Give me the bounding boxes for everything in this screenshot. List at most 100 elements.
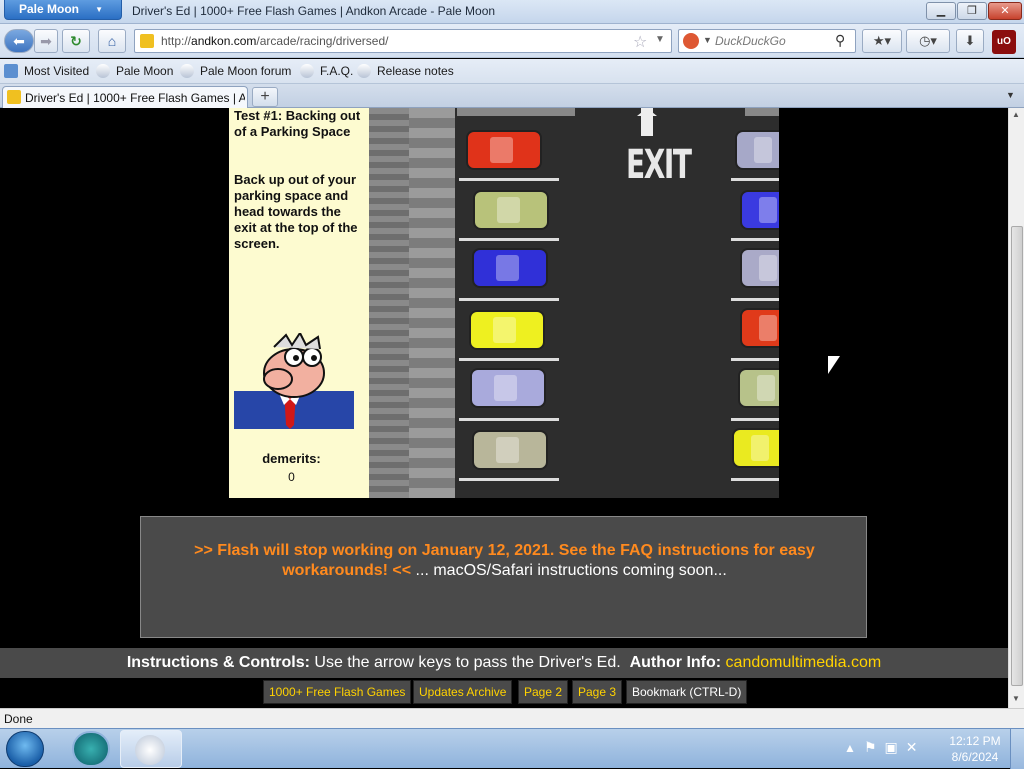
pale-moon-icon: [300, 64, 314, 78]
app-menu-button[interactable]: Pale Moon ▼: [4, 0, 122, 20]
parked-car: [735, 130, 779, 170]
link-page-3[interactable]: Page 3: [572, 680, 623, 704]
new-tab-button[interactable]: +: [252, 87, 278, 107]
bookmarks-menu-button[interactable]: ★▾: [862, 29, 902, 53]
url-text[interactable]: http://andkon.com/arcade/racing/driverse…: [161, 34, 388, 48]
test-instructions: Back up out of your parking space and he…: [234, 172, 358, 251]
site-links-row: 1000+ Free Flash Games Updates Archive P…: [0, 678, 1008, 708]
test-title: Test #1: Backing out of a Parking Space: [234, 108, 361, 139]
game-info-text: Instructions & Controls: Use the arrow k…: [0, 654, 1008, 672]
demerits-label: demerits:: [262, 451, 321, 466]
clock-icon: ◷▾: [919, 33, 937, 48]
parking-line: [459, 418, 559, 421]
building-wall: [369, 108, 455, 498]
back-button[interactable]: ⬅: [4, 29, 34, 53]
scrollbar-thumb[interactable]: [1011, 226, 1023, 686]
scroll-down-icon[interactable]: ▼: [1012, 694, 1020, 703]
author-link[interactable]: candomultimedia.com: [726, 654, 882, 671]
downloads-button[interactable]: ⬇: [956, 29, 984, 53]
windows-taskbar: ▲ ⚑▣✕ 12:12 PM 8/6/2024: [0, 728, 1024, 769]
link-free-flash-games[interactable]: 1000+ Free Flash Games: [263, 680, 412, 704]
parked-car: [472, 430, 548, 470]
home-button[interactable]: ⌂: [98, 29, 126, 53]
show-hidden-icons-icon[interactable]: ▲: [844, 741, 856, 755]
title-bar: Pale Moon ▼ Driver's Ed | 1000+ Free Fla…: [0, 0, 1024, 24]
parked-car: [470, 368, 546, 408]
page-content: Test #1: Backing out of a Parking Space …: [0, 108, 1008, 708]
bookmark-star-icon[interactable]: ☆: [633, 32, 647, 52]
link-updates-archive[interactable]: Updates Archive: [413, 680, 513, 704]
navigation-toolbar: ⬅ ➡ ↻ ⌂ http://andkon.com/arcade/racing/…: [0, 24, 1024, 58]
ublock-icon[interactable]: uO: [992, 30, 1016, 54]
show-desktop-button[interactable]: [1010, 729, 1024, 769]
flash-game[interactable]: Test #1: Backing out of a Parking Space …: [229, 108, 779, 498]
game-info-bar: Instructions & Controls: Use the arrow k…: [0, 648, 1008, 678]
search-icon[interactable]: ⚲: [835, 32, 845, 49]
tab-label: Driver's Ed | 1000+ Free Flash Games | A…: [25, 91, 245, 105]
maximize-button[interactable]: ❐: [957, 2, 987, 20]
close-button[interactable]: ✕: [988, 2, 1022, 20]
pale-moon-icon: [357, 64, 371, 78]
parking-line: [459, 358, 559, 361]
pale-moon-icon: [135, 735, 165, 765]
parked-car: [732, 428, 779, 468]
instructor-character-icon: [234, 333, 354, 429]
parked-car: [472, 248, 548, 288]
tab-drivers-ed[interactable]: Driver's Ed | 1000+ Free Flash Games | A…: [2, 86, 248, 108]
parked-car: [738, 368, 779, 408]
bookmark-most-visited[interactable]: Most Visited: [4, 64, 89, 78]
status-text: Done: [4, 712, 33, 726]
system-clock[interactable]: 12:12 PM 8/6/2024: [946, 733, 1004, 765]
scroll-up-icon[interactable]: ▲: [1012, 110, 1020, 119]
bookmark-pale-moon-forum[interactable]: Pale Moon forum: [180, 64, 291, 78]
most-visited-icon: [4, 64, 18, 78]
status-bar: Done: [0, 708, 1024, 728]
history-button[interactable]: ◷▾: [906, 29, 950, 53]
tab-list-icon[interactable]: ▼: [1006, 90, 1015, 100]
instructions-panel: Test #1: Backing out of a Parking Space …: [229, 108, 369, 498]
minimize-button[interactable]: ▁: [926, 2, 956, 20]
forward-button[interactable]: ➡: [34, 29, 58, 53]
parked-car: [740, 248, 779, 288]
flash-notice-text: >> Flash will stop working on January 12…: [161, 541, 848, 581]
parked-car: [473, 190, 549, 230]
parking-line: [731, 238, 779, 241]
demerits-value: 0: [288, 470, 295, 484]
search-bar[interactable]: ▼ DuckDuckGo ⚲: [678, 29, 856, 53]
bookmark-link[interactable]: Bookmark (CTRL-D): [626, 680, 748, 704]
parked-car: [740, 308, 779, 348]
app-menu-label: Pale Moon: [19, 2, 80, 16]
site-favicon-icon: [7, 90, 21, 104]
parking-line: [731, 298, 779, 301]
taskbar-pale-moon-button[interactable]: [120, 730, 182, 768]
start-button[interactable]: [6, 731, 44, 767]
page-scrollbar[interactable]: ▲ ▼: [1008, 108, 1024, 708]
reload-button[interactable]: ↻: [62, 29, 90, 53]
parking-line: [459, 298, 559, 301]
parking-line: [731, 418, 779, 421]
search-input[interactable]: DuckDuckGo: [715, 34, 786, 48]
system-tray-icons[interactable]: ⚑▣✕: [864, 739, 926, 756]
parking-line: [731, 178, 779, 181]
bookmark-release-notes[interactable]: Release notes: [357, 64, 454, 78]
search-engine-dropdown-icon[interactable]: ▼: [703, 35, 712, 45]
dropdown-arrow-icon: ▼: [95, 5, 103, 14]
url-bar[interactable]: http://andkon.com/arcade/racing/driverse…: [134, 29, 672, 53]
link-page-2[interactable]: Page 2: [518, 680, 569, 704]
parked-car: [466, 130, 542, 170]
parking-line: [459, 478, 559, 481]
mouse-cursor-icon: [828, 356, 840, 374]
curb: [745, 108, 779, 116]
url-history-dropdown-icon[interactable]: ▼: [655, 34, 665, 45]
instructions-text: Use the arrow keys to pass the Driver's …: [314, 654, 621, 671]
pale-moon-icon: [180, 64, 194, 78]
download-arrow-icon: ⬇: [964, 33, 976, 48]
pale-moon-icon: [96, 64, 110, 78]
macos-note: ... macOS/Safari instructions coming soo…: [411, 562, 727, 579]
parking-line: [731, 358, 779, 361]
bookmark-faq[interactable]: F.A.Q.: [300, 64, 353, 78]
duckduckgo-icon[interactable]: [683, 33, 699, 49]
bookmark-pale-moon[interactable]: Pale Moon: [96, 64, 173, 78]
bookmarks-toolbar: Most Visited Pale Moon Pale Moon forum F…: [0, 59, 1024, 84]
taskbar-app-icon[interactable]: [72, 731, 110, 767]
